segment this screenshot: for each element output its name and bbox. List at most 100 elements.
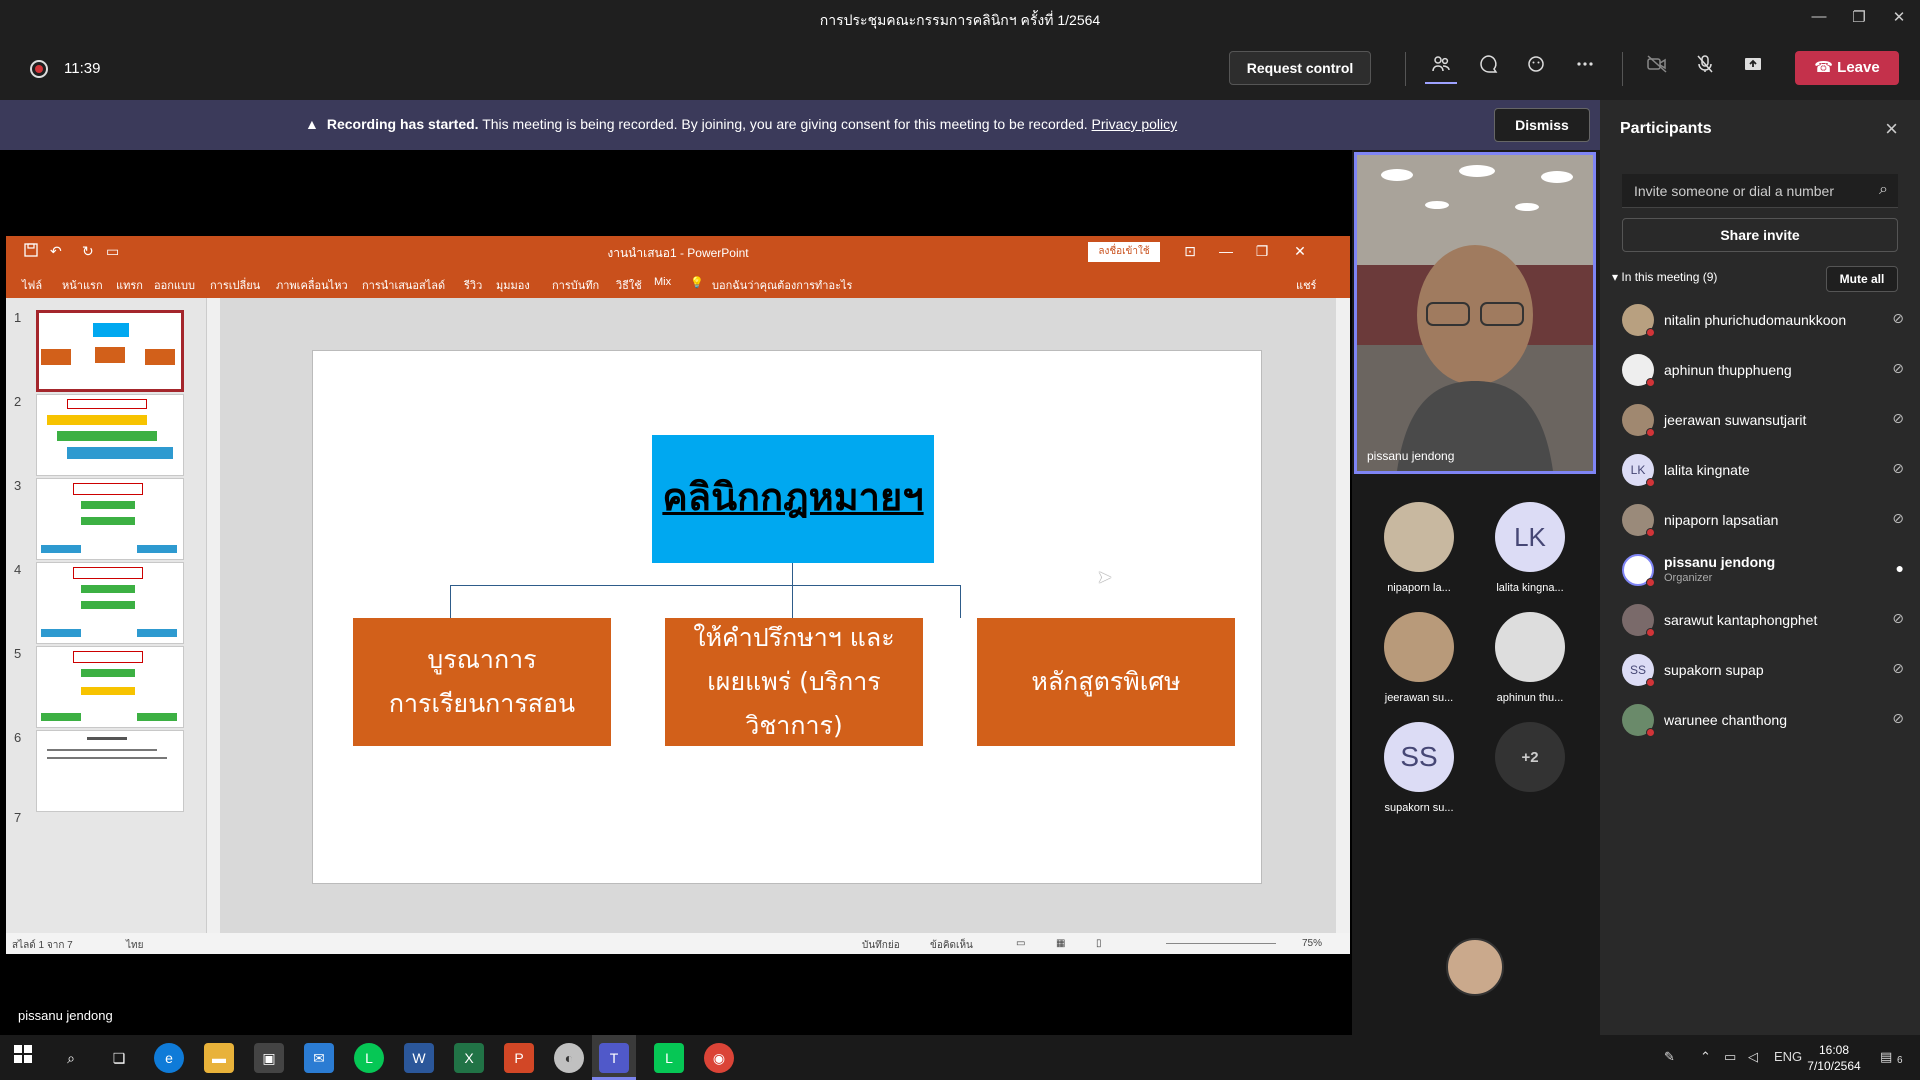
tab-mix[interactable]: Mix [654,276,671,288]
gallery-tile[interactable]: nipaporn la... [1364,502,1474,594]
share-invite-button[interactable]: Share invite [1622,218,1898,252]
teams-icon[interactable]: T [599,1043,629,1073]
presenter-video[interactable]: pissanu jendong [1354,152,1596,474]
volume-icon[interactable]: ◁ [1748,1049,1758,1065]
slide-thumbnail-4[interactable] [36,562,184,644]
mail-icon[interactable]: ✉ [304,1043,334,1073]
share-button[interactable]: แชร์ [1296,276,1316,294]
app-icon[interactable]: ◐ [554,1043,584,1073]
in-meeting-header[interactable]: ▾ In this meeting (9) [1612,270,1717,284]
slide-sorter-icon[interactable]: ▦ [1056,938,1065,949]
show-hidden-icons-icon[interactable]: ⌃ [1700,1049,1711,1065]
edge-icon[interactable]: e [154,1043,184,1073]
status-badge [1646,528,1655,537]
network-icon[interactable]: ▭ [1724,1049,1736,1065]
close-window-button[interactable]: ✕ [1884,8,1914,30]
tab-help[interactable]: วิธีใช้ [616,276,642,294]
windows-start-icon[interactable] [8,1043,38,1073]
excel-icon[interactable]: X [454,1043,484,1073]
reading-view-icon[interactable]: ▯ [1096,938,1102,949]
slide-main-box[interactable]: คลินิกกฎหมายฯ [652,435,934,563]
gallery-tile[interactable]: SS supakorn su... [1364,722,1474,814]
tab-recording[interactable]: การบันทึก [552,276,599,294]
status-badge [1646,328,1655,337]
thumbnails-scrollbar[interactable] [206,298,220,933]
participant-row[interactable]: pissanu jendong Organizer ● [1622,550,1904,590]
normal-view-icon[interactable]: ▭ [1016,938,1025,949]
participant-row[interactable]: jeerawan suwansutjarit ⊘ [1622,400,1904,440]
tab-insert[interactable]: แทรก [116,276,143,294]
gallery-tile[interactable]: LK lalita kingna... [1475,502,1585,594]
pp-close-icon[interactable]: ✕ [1290,243,1310,260]
tab-transitions[interactable]: การเปลี่ยน [210,276,260,294]
notification-icon[interactable]: ▤ [1880,1049,1892,1065]
ribbon-display-icon[interactable]: ⊡ [1180,243,1200,260]
restore-button[interactable]: ❐ [1844,8,1874,30]
slide-thumbnail-5[interactable] [36,646,184,728]
tab-view[interactable]: มุมมอง [496,276,530,294]
participant-row[interactable]: nitalin phurichudomaunkkoon ⊘ [1622,300,1904,340]
more-participants-tile[interactable]: +2 [1475,722,1585,792]
participants-icon[interactable] [1425,52,1457,84]
more-actions-icon[interactable] [1569,52,1601,84]
slide-box-integration[interactable]: บูรณาการ การเรียนการสอน [353,618,611,746]
pp-minimize-icon[interactable]: — [1216,243,1236,259]
chat-icon[interactable] [1473,52,1505,84]
zoom-level[interactable]: 75% [1302,938,1322,949]
tab-slideshow[interactable]: การนำเสนอสไลด์ [362,276,445,294]
request-control-button[interactable]: Request control [1229,51,1371,85]
store-icon[interactable]: ▣ [254,1043,284,1073]
privacy-policy-link[interactable]: Privacy policy [1092,116,1178,132]
participant-row[interactable]: aphinun thupphueng ⊘ [1622,350,1904,390]
task-view-icon[interactable]: ❏ [104,1043,134,1073]
search-icon[interactable]: ⌕ [56,1043,86,1073]
minimize-button[interactable]: — [1804,8,1834,30]
line-icon[interactable]: L [354,1043,384,1073]
participant-row[interactable]: SS supakorn supap ⊘ [1622,650,1904,690]
participant-row[interactable]: warunee chanthong ⊘ [1622,700,1904,740]
tell-me-search[interactable]: บอกฉันว่าคุณต้องการทำอะไร [712,276,852,294]
notes-button[interactable]: บันทึกย่อ [862,938,900,953]
pp-restore-icon[interactable]: ❐ [1252,243,1272,260]
participant-row[interactable]: nipaporn lapsatian ⊘ [1622,500,1904,540]
slide-box-special-course[interactable]: หลักสูตรพิเศษ [977,618,1235,746]
language-status[interactable]: ไทย [126,938,143,953]
zoom-slider[interactable] [1166,943,1276,944]
banner-body: This meeting is being recorded. By joini… [478,116,1092,132]
pen-icon[interactable]: ✎ [1664,1049,1675,1065]
line-app-icon[interactable]: L [654,1043,684,1073]
tab-file[interactable]: ไฟล์ [22,276,42,294]
close-icon[interactable]: × [1885,116,1898,142]
camera-off-icon[interactable] [1641,52,1673,84]
invite-search-input[interactable]: Invite someone or dial a number ⌕ [1622,174,1898,208]
tab-review[interactable]: รีวิว [464,276,482,294]
powerpoint-icon[interactable]: P [504,1043,534,1073]
participant-row[interactable]: sarawut kantaphongphet ⊘ [1622,600,1904,640]
tab-design[interactable]: ออกแบบ [154,276,195,294]
mute-all-button[interactable]: Mute all [1826,266,1898,292]
file-explorer-icon[interactable]: ▬ [204,1043,234,1073]
mic-off-icon[interactable] [1689,52,1721,84]
tab-home[interactable]: หน้าแรก [62,276,103,294]
gallery-tile[interactable]: jeerawan su... [1364,612,1474,704]
taskbar-clock[interactable]: 16:08 7/10/2564 [1798,1042,1870,1074]
slide-thumbnail-2[interactable] [36,394,184,476]
gallery-tile[interactable]: aphinun thu... [1475,612,1585,704]
slide-box-consulting[interactable]: ให้คำปรึกษาฯ และ เผยแพร่ (บริการวิชาการ) [665,618,923,746]
slide-thumbnail-1[interactable] [36,310,184,392]
chrome-icon[interactable]: ◉ [704,1043,734,1073]
slide-thumbnail-3[interactable] [36,478,184,560]
word-icon[interactable]: W [404,1043,434,1073]
participant-row[interactable]: LK lalita kingnate ⊘ [1622,450,1904,490]
comments-button[interactable]: ข้อคิดเห็น [930,938,973,953]
dismiss-button[interactable]: Dismiss [1494,108,1590,142]
share-screen-icon[interactable] [1737,52,1769,84]
tab-animations[interactable]: ภาพเคลื่อนไหว [276,276,348,294]
slide-thumbnail-6[interactable] [36,730,184,812]
leave-button[interactable]: ☎ Leave [1795,51,1899,85]
reactions-icon[interactable] [1521,52,1553,84]
mic-icon: ● [1895,560,1904,576]
slide-scrollbar[interactable] [1336,298,1350,933]
signin-button[interactable]: ลงชื่อเข้าใช้ [1088,242,1160,262]
thumb-number: 4 [14,562,22,577]
